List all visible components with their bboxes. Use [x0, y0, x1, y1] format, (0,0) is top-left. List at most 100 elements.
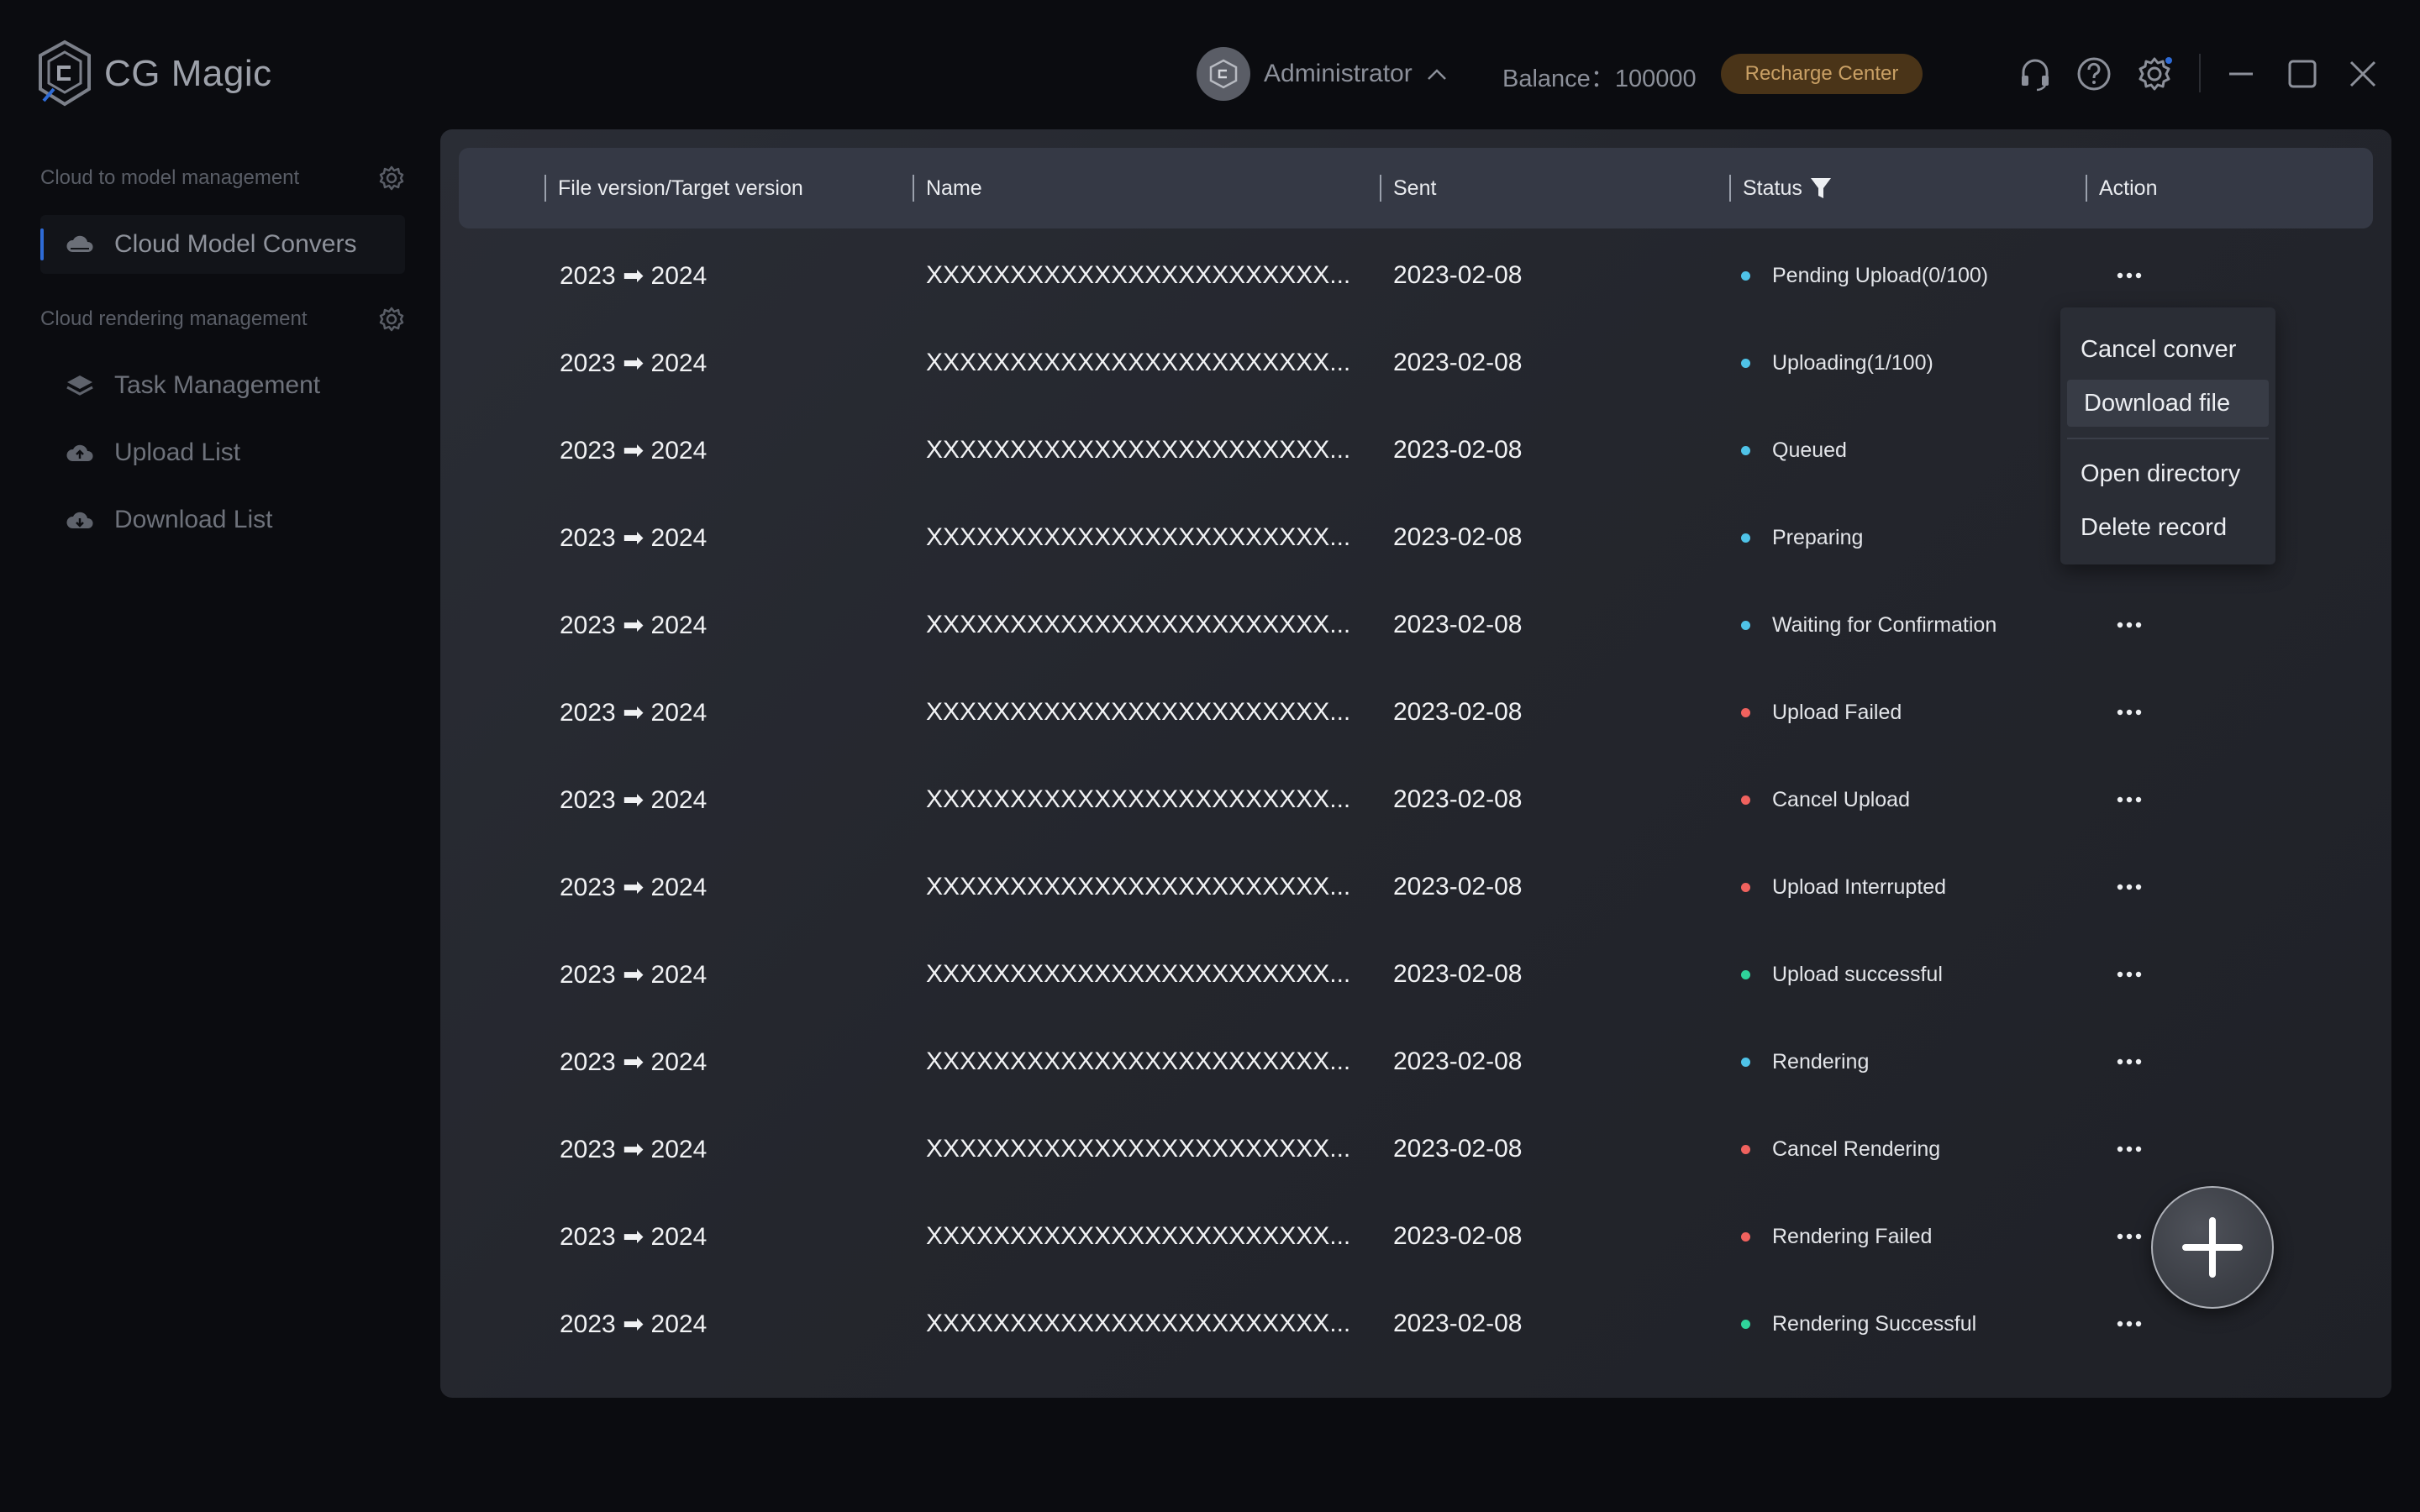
status-text: Pending Upload(0/100) — [1772, 263, 1989, 287]
help-icon[interactable] — [2075, 55, 2112, 92]
status-text: Upload successful — [1772, 962, 1943, 986]
menu-item-cancel-conver[interactable]: Cancel conver — [2060, 326, 2275, 373]
app-window: CG Magic Administrator Balance：100000 Re… — [0, 0, 2420, 1512]
sent-cell: 2023-02-08 — [1393, 1047, 1523, 1075]
name-cell: XXXXXXXXXXXXXXXXXXXXXXXX... — [926, 436, 1351, 464]
name-cell: XXXXXXXXXXXXXXXXXXXXXXXX... — [926, 1135, 1351, 1163]
avatar-logo-icon — [1209, 59, 1238, 89]
headset-icon[interactable] — [2017, 55, 2054, 92]
status-cell: Upload Failed — [1741, 669, 1902, 756]
column-header-sent[interactable]: Sent — [1380, 148, 1437, 228]
menu-item-label: Download file — [2084, 389, 2231, 417]
more-options-icon[interactable] — [2111, 869, 2148, 906]
column-header-action[interactable]: Action — [2086, 148, 2157, 228]
section-title-model-management: Cloud to model management — [40, 166, 300, 189]
sidebar-item-label: Download List — [114, 506, 273, 533]
table-row[interactable]: 2023 ➡ 2024 XXXXXXXXXXXXXXXXXXXXXXXX... 20… — [459, 1105, 2373, 1193]
status-cell: Rendering — [1741, 1018, 1869, 1105]
name-cell: XXXXXXXXXXXXXXXXXXXXXXXX... — [926, 960, 1351, 988]
more-options-icon[interactable] — [2111, 1218, 2148, 1255]
column-header-version[interactable]: File version/Target version — [544, 148, 803, 228]
more-options-icon[interactable] — [2111, 1131, 2148, 1168]
sidebar-item-cloud-model-convers[interactable]: Cloud Model Convers — [40, 215, 405, 274]
row-action-menu: Cancel conver Download file Open directo… — [2060, 307, 2275, 564]
chevron-up-icon — [1427, 69, 1446, 80]
status-dot — [1741, 1144, 1750, 1154]
title-divider — [2199, 54, 2201, 92]
minimize-icon[interactable] — [2223, 55, 2260, 92]
add-button[interactable] — [2151, 1186, 2274, 1309]
sidebar-item-download-list[interactable]: Download List — [40, 491, 405, 549]
status-cell: Cancel Upload — [1741, 756, 1910, 843]
column-header-name[interactable]: Name — [913, 148, 982, 228]
more-options-icon[interactable] — [2111, 1043, 2148, 1080]
column-label: Status — [1743, 176, 1802, 200]
table-row[interactable]: 2023 ➡ 2024 XXXXXXXXXXXXXXXXXXXXXXXX... 20… — [459, 581, 2373, 669]
menu-item-delete-record[interactable]: Delete record — [2060, 504, 2275, 551]
menu-item-download-file[interactable]: Download file — [2067, 380, 2269, 427]
more-options-icon[interactable] — [2111, 781, 2148, 818]
table-row[interactable]: 2023 ➡ 2024 XXXXXXXXXXXXXXXXXXXXXXXX... 20… — [459, 1280, 2373, 1368]
version-cell: 2023 ➡ 2024 — [560, 698, 708, 727]
action-cell — [2111, 931, 2148, 1018]
table-row[interactable]: 2023 ➡ 2024 XXXXXXXXXXXXXXXXXXXXXXXX... 20… — [459, 931, 2373, 1018]
action-cell — [2111, 669, 2148, 756]
more-options-icon[interactable] — [2111, 257, 2148, 294]
column-header-status[interactable]: Status — [1729, 148, 1833, 228]
sidebar-item-label: Upload List — [114, 438, 241, 466]
version-cell: 2023 ➡ 2024 — [560, 785, 708, 814]
active-indicator — [40, 228, 44, 260]
sidebar-item-upload-list[interactable]: Upload List — [40, 423, 405, 482]
close-icon[interactable] — [2344, 55, 2381, 92]
table-row[interactable]: 2023 ➡ 2024 XXXXXXXXXXXXXXXXXXXXXXXX... 20… — [459, 756, 2373, 843]
status-text: Upload Failed — [1772, 700, 1902, 724]
status-text: Uploading(1/100) — [1772, 350, 1933, 375]
more-options-icon[interactable] — [2111, 1305, 2148, 1342]
table-row[interactable]: 2023 ➡ 2024 XXXXXXXXXXXXXXXXXXXXXXXX... 20… — [459, 232, 2373, 319]
more-options-icon[interactable] — [2111, 956, 2148, 993]
status-cell: Cancel Rendering — [1741, 1105, 1940, 1193]
status-cell: Rendering Failed — [1741, 1193, 1932, 1280]
sent-cell: 2023-02-08 — [1393, 785, 1523, 813]
status-dot — [1741, 358, 1750, 368]
status-text: Rendering Failed — [1772, 1224, 1933, 1248]
maximize-icon[interactable] — [2284, 55, 2321, 92]
status-text: Preparing — [1772, 525, 1864, 549]
column-label: Sent — [1393, 176, 1437, 200]
balance-display: Balance：100000 — [1502, 59, 1697, 94]
recharge-center-button[interactable]: Recharge Center — [1721, 54, 1923, 94]
table-row[interactable]: 2023 ➡ 2024 XXXXXXXXXXXXXXXXXXXXXXXX... 20… — [459, 1193, 2373, 1280]
name-cell: XXXXXXXXXXXXXXXXXXXXXXXX... — [926, 1310, 1351, 1337]
status-text: Queued — [1772, 438, 1847, 462]
status-text: Waiting for Confirmation — [1772, 612, 1997, 637]
more-options-icon[interactable] — [2111, 694, 2148, 731]
table-row[interactable]: 2023 ➡ 2024 XXXXXXXXXXXXXXXXXXXXXXXX... 20… — [459, 1018, 2373, 1105]
menu-divider — [2067, 438, 2269, 439]
table-row[interactable]: 2023 ➡ 2024 XXXXXXXXXXXXXXXXXXXXXXXX... 20… — [459, 669, 2373, 756]
menu-item-open-directory[interactable]: Open directory — [2060, 450, 2275, 497]
action-cell — [2111, 1018, 2148, 1105]
status-dot — [1741, 533, 1750, 543]
sidebar-item-task-management[interactable]: Task Management — [40, 356, 405, 415]
version-cell: 2023 ➡ 2024 — [560, 1222, 708, 1251]
sent-cell: 2023-02-08 — [1393, 1135, 1523, 1163]
table-row[interactable]: 2023 ➡ 2024 XXXXXXXXXXXXXXXXXXXXXXXX... 20… — [459, 843, 2373, 931]
gear-icon[interactable] — [378, 306, 405, 333]
settings-gear-icon[interactable] — [2136, 55, 2173, 92]
user-menu[interactable]: Administrator — [1197, 47, 1448, 101]
action-cell — [2111, 1193, 2148, 1280]
filter-icon[interactable] — [1809, 176, 1833, 201]
title-bar: CG Magic Administrator Balance：100000 Re… — [0, 0, 2420, 134]
layers-icon — [66, 375, 93, 396]
balance-value: 100000 — [1614, 66, 1697, 92]
version-cell: 2023 ➡ 2024 — [560, 523, 708, 552]
sent-cell: 2023-02-08 — [1393, 523, 1523, 551]
gear-icon[interactable] — [378, 165, 405, 192]
version-cell: 2023 ➡ 2024 — [560, 349, 708, 377]
column-divider — [913, 175, 914, 202]
more-options-icon[interactable] — [2111, 606, 2148, 643]
version-cell: 2023 ➡ 2024 — [560, 261, 708, 290]
user-name: Administrator — [1264, 60, 1413, 87]
status-cell: Queued — [1741, 407, 1847, 494]
version-cell: 2023 ➡ 2024 — [560, 1047, 708, 1076]
